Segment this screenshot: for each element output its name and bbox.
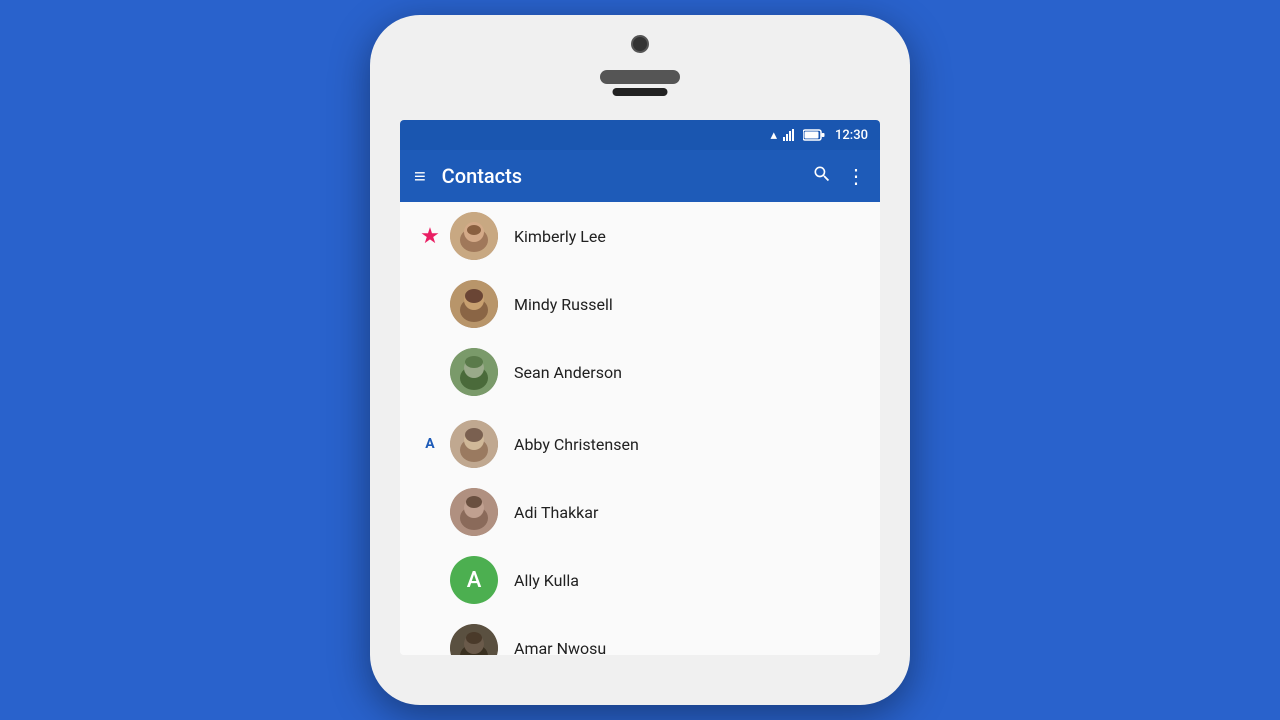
contacts-list[interactable]: ★ Kimberly Lee (400, 202, 880, 655)
phone-earpiece (613, 88, 668, 96)
contact-name: Sean Anderson (514, 363, 622, 382)
list-item[interactable]: Adi Thakkar (400, 478, 880, 546)
status-time: 12:30 (835, 128, 868, 143)
more-icon[interactable]: ⋮ (846, 164, 866, 188)
list-item[interactable]: ★ Kimberly Lee (400, 202, 880, 270)
starred-icon-wrapper: ★ (414, 224, 446, 249)
list-item[interactable]: Amar Nwosu (400, 614, 880, 655)
avatar (450, 212, 498, 260)
list-item[interactable]: A Ally Kulla (400, 546, 880, 614)
phone-wrapper: ▴ 12:30 (360, 10, 920, 710)
avatar (450, 348, 498, 396)
list-item[interactable]: Mindy Russell (400, 270, 880, 338)
contact-name: Ally Kulla (514, 571, 579, 590)
section-label-wrapper: A (414, 436, 446, 452)
avatar: A (450, 556, 498, 604)
app-title: Contacts (442, 164, 812, 188)
contact-name: Mindy Russell (514, 295, 613, 314)
avatar (450, 280, 498, 328)
list-item[interactable]: Sean Anderson (400, 338, 880, 406)
status-icons: ▴ 12:30 (770, 128, 868, 143)
phone-body: ▴ 12:30 (370, 15, 910, 705)
contact-name: Abby Christensen (514, 435, 639, 454)
avatar (450, 488, 498, 536)
avatar (450, 624, 498, 655)
wifi-icon: ▴ (770, 128, 777, 143)
phone-camera (631, 35, 649, 53)
signal-icon (783, 129, 797, 141)
avatar (450, 420, 498, 468)
contact-name: Kimberly Lee (514, 227, 606, 246)
section-label-a: A (425, 436, 434, 452)
list-item[interactable]: A Abby Christensen (400, 410, 880, 478)
phone-screen: ▴ 12:30 (400, 120, 880, 655)
phone-speaker (600, 70, 680, 84)
star-icon: ★ (420, 224, 440, 249)
battery-icon (803, 129, 825, 141)
contact-name: Amar Nwosu (514, 639, 606, 656)
hamburger-icon[interactable]: ≡ (414, 166, 426, 186)
contact-name: Adi Thakkar (514, 503, 598, 522)
search-icon[interactable] (812, 164, 832, 189)
app-bar: ≡ Contacts ⋮ (400, 150, 880, 202)
status-bar: ▴ 12:30 (400, 120, 880, 150)
